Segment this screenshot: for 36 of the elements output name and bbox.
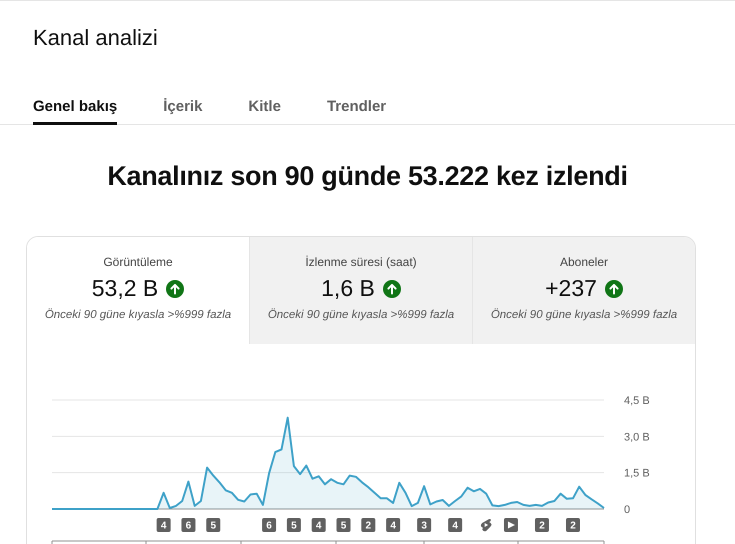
- metric-label: İzlenme süresi (saat): [305, 255, 417, 269]
- metric-tab[interactable]: Aboneler +237 Önceki 90 güne kıyasla >%999 fazla: [472, 237, 695, 344]
- upload-count-badge[interactable]: 3: [417, 518, 432, 532]
- upload-count-badge[interactable]: 4: [156, 518, 171, 532]
- upload-count-badge[interactable]: 4: [386, 518, 400, 532]
- tab[interactable]: Trendler: [326, 79, 386, 125]
- upload-count-badge[interactable]: 4: [312, 518, 326, 532]
- tab[interactable]: Genel bakış: [33, 79, 118, 125]
- headline: Kanalınız son 90 günde 53.222 kez izlendi: [106, 160, 629, 193]
- comparison-text: Önceki 90 güne kıyasla >%999 fazla: [490, 309, 678, 321]
- upload-count-badge[interactable]: 6: [262, 518, 276, 532]
- metric-label: Görüntüleme: [103, 255, 173, 269]
- comparison-text: Önceki 90 güne kıyasla >%999 fazla: [44, 309, 232, 321]
- tab[interactable]: Kitle: [248, 79, 281, 125]
- upload-count-badge[interactable]: 2: [361, 518, 376, 532]
- tab[interactable]: İçerik: [163, 79, 202, 125]
- comparison-text: Önceki 90 güne kıyasla >%999 fazla: [268, 309, 454, 321]
- shorts-icon[interactable]: [480, 519, 492, 532]
- metric-label: Aboneler: [560, 255, 608, 269]
- upload-count-badge[interactable]: 5: [336, 518, 350, 532]
- y-axis-label: 3,0 B: [624, 431, 650, 444]
- upload-count-badge[interactable]: 5: [206, 518, 220, 532]
- upload-count-badge[interactable]: 4: [448, 518, 462, 532]
- y-axis-label: 1,5 B: [624, 468, 650, 480]
- metric-value: +237: [545, 275, 597, 302]
- upload-count-badge[interactable]: 2: [566, 518, 580, 532]
- y-axis-label: 0: [624, 504, 630, 516]
- upload-count-badge[interactable]: 5: [286, 518, 301, 532]
- upload-count-badge[interactable]: 2: [534, 518, 549, 532]
- metric-value: 1,6 B: [321, 275, 375, 302]
- y-axis-label: 4,5 B: [624, 395, 650, 407]
- page-title: Kanal analizi: [33, 25, 158, 51]
- play-icon[interactable]: [504, 518, 518, 532]
- metric-value: 53,2 B: [92, 275, 158, 302]
- metric-tab[interactable]: İzlenme süresi (saat) 1,6 B Önceki 90 güne kıyasla >%999 fazla: [249, 237, 472, 344]
- upload-count-badge[interactable]: 6: [181, 518, 196, 532]
